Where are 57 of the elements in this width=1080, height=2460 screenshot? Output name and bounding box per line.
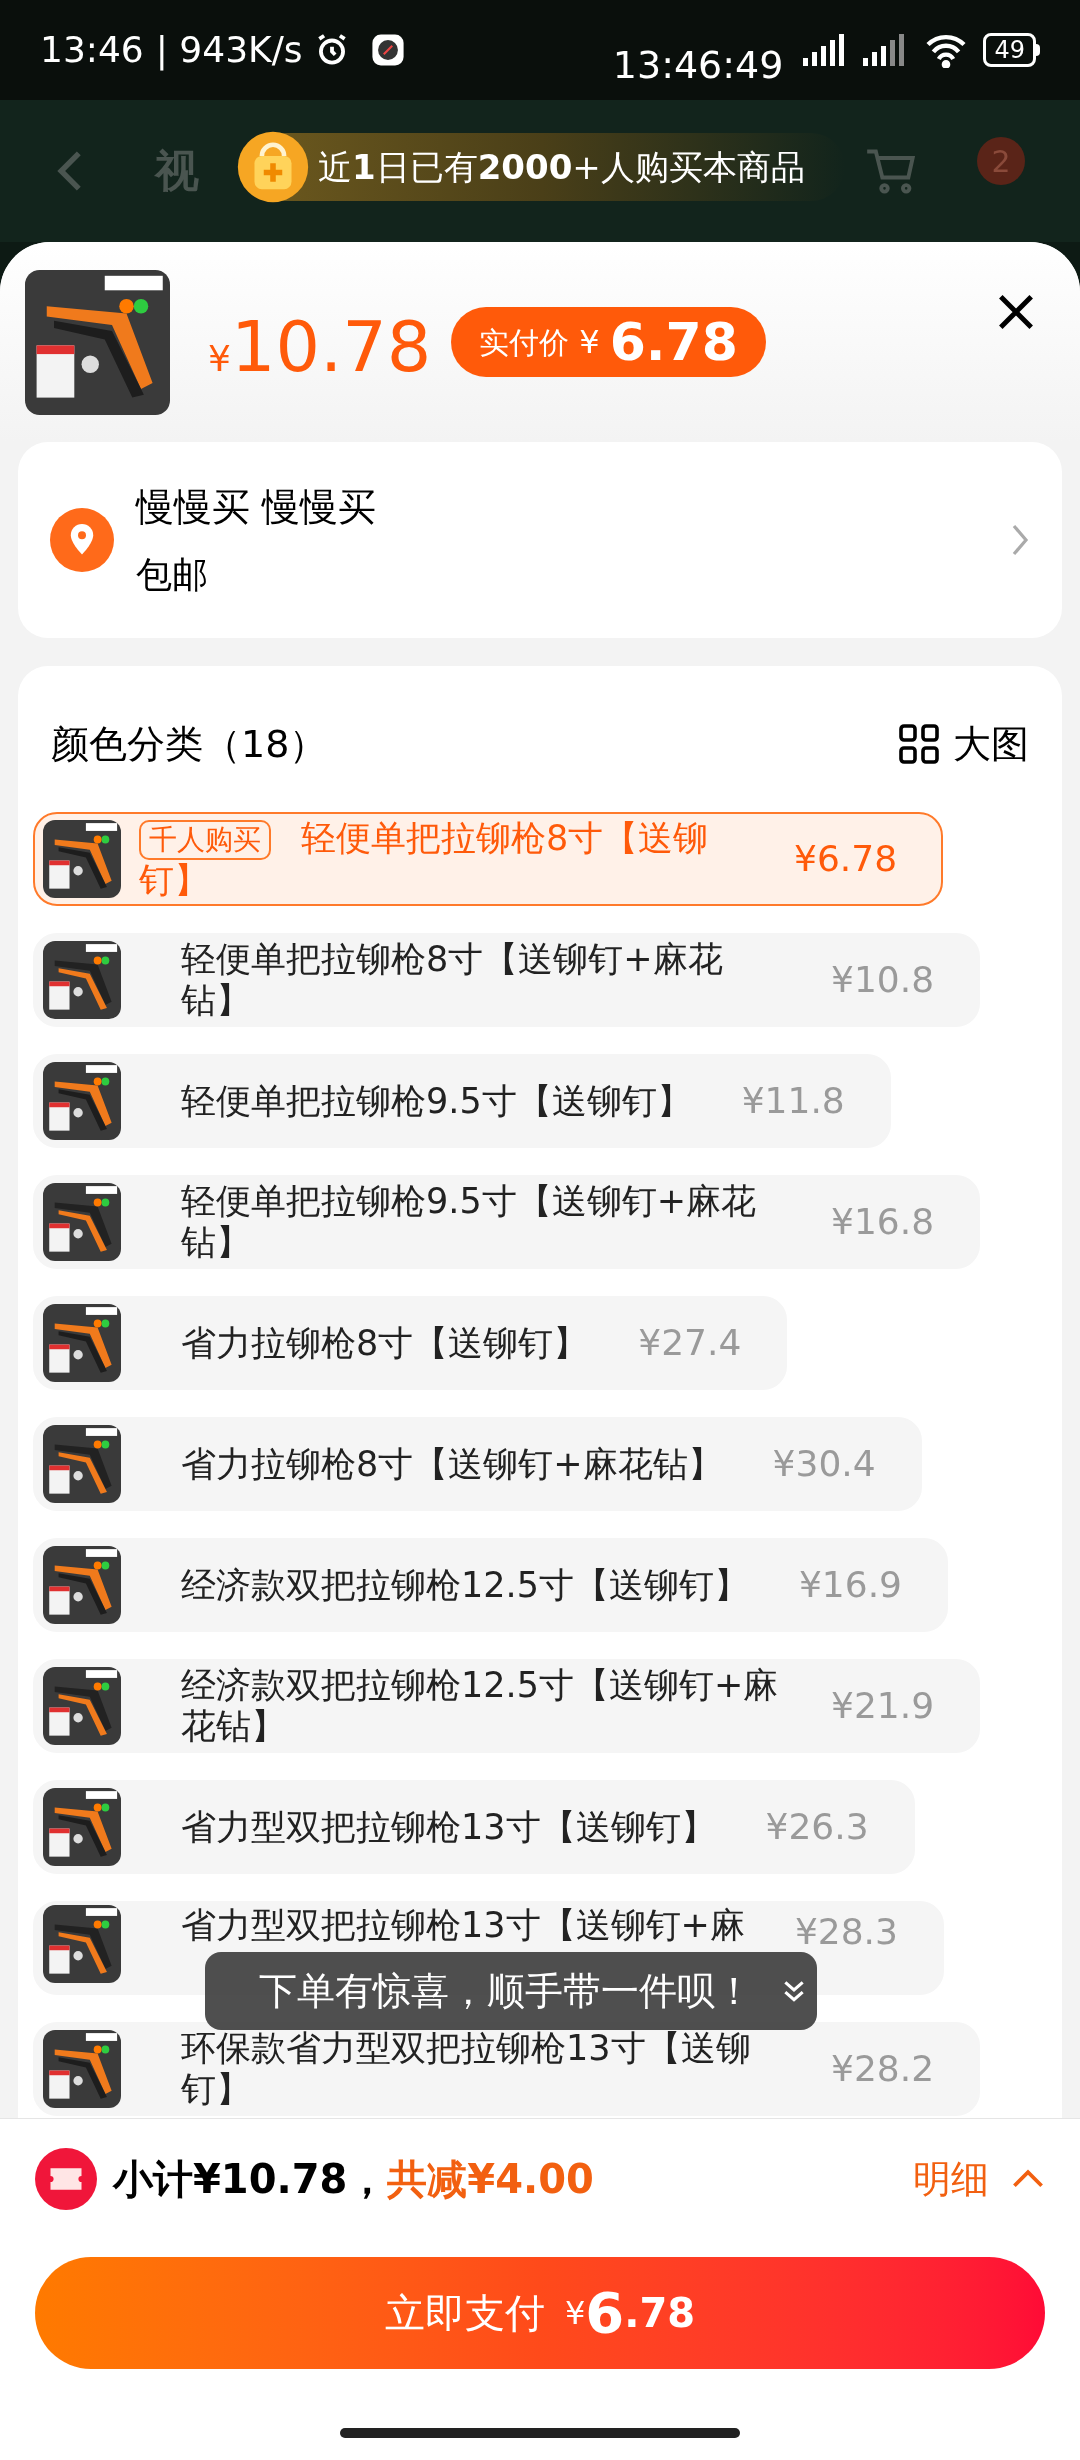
status-clock: 13:46:49 <box>612 41 784 89</box>
discount-text: 共减¥4.00 <box>387 2155 594 2204</box>
variant-name: 轻便单把拉铆枪9.5寸【送铆钉】 <box>181 1080 692 1122</box>
chevron-up-icon <box>1011 2168 1045 2190</box>
chevron-right-icon <box>1010 522 1030 558</box>
variant-name: 千人购买 轻便单把拉铆枪8寸【送铆钉】 <box>139 817 710 901</box>
final-price-badge: 实付价 ¥ 6.78 <box>451 307 766 377</box>
toast-message: 下单有惊喜，顺手带一件呗！ <box>205 1952 817 2030</box>
variant-price: ¥6.78 <box>794 837 898 881</box>
status-time: 13:46 <box>40 28 144 72</box>
app-icon <box>370 33 405 67</box>
double-chevron-down-icon <box>781 1978 807 2004</box>
variant-option[interactable]: 省力型双把拉铆枪13寸【送铆钉】 ¥26.3 <box>33 1780 915 1874</box>
large-view-toggle[interactable]: 大图 <box>899 715 1029 773</box>
variant-price: ¥16.8 <box>831 1200 935 1244</box>
variant-price: ¥28.2 <box>831 2047 935 2091</box>
subtotal-text: 小计¥10.78， <box>113 2155 388 2204</box>
purchase-banner-text: 近1日已有2000+人购买本商品 <box>318 145 805 189</box>
variant-price: ¥30.4 <box>772 1442 876 1486</box>
variant-price: ¥27.4 <box>638 1321 742 1365</box>
page-title: 视 <box>155 144 199 198</box>
variant-name: 环保款省力型双把拉铆枪13寸【送铆钉】 <box>181 2028 752 2110</box>
address-card[interactable]: 慢慢买 慢慢买 包邮 <box>18 442 1062 638</box>
coupon-icon <box>35 2148 97 2210</box>
variant-name: 轻便单把拉铆枪9.5寸【送铆钉+麻花钻】 <box>181 1181 757 1263</box>
pay-button[interactable]: 立即支付 ¥6.78 <box>35 2257 1045 2369</box>
shipping-text: 包邮 <box>136 552 209 597</box>
section-title: 颜色分类（18） <box>51 720 328 768</box>
variant-name: 轻便单把拉铆枪8寸【送铆钉+麻花钻】 <box>181 939 724 1021</box>
variant-price: ¥21.9 <box>831 1684 935 1728</box>
variant-price: ¥11.8 <box>741 1079 845 1123</box>
product-price: ¥10.78 <box>208 304 432 390</box>
shopping-bag-icon <box>236 130 310 204</box>
variant-option[interactable]: 轻便单把拉铆枪9.5寸【送铆钉+麻花钻】 ¥16.8 <box>33 1175 981 1269</box>
variant-name: 省力型双把拉铆枪13寸【送铆钉】 <box>181 1806 716 1848</box>
variant-price: ¥10.8 <box>831 958 935 1002</box>
variant-price: ¥28.3 <box>794 1910 898 1954</box>
variant-option[interactable]: 省力拉铆枪8寸【送铆钉+麻花钻】 ¥30.4 <box>33 1417 922 1511</box>
variant-name: 省力型双把拉铆枪13寸【送铆钉+麻 <box>181 1905 745 1946</box>
close-icon[interactable] <box>997 293 1035 331</box>
variant-name: 经济款双把拉铆枪12.5寸【送铆钉】 <box>181 1564 749 1606</box>
variant-name: 省力拉铆枪8寸【送铆钉】 <box>181 1322 589 1364</box>
location-pin-icon <box>50 508 114 572</box>
variant-option[interactable]: 轻便单把拉铆枪9.5寸【送铆钉】 ¥11.8 <box>33 1054 891 1148</box>
variant-name: 省力拉铆枪8寸【送铆钉+麻花钻】 <box>181 1443 723 1485</box>
cart-icon[interactable] <box>865 147 917 195</box>
variant-option[interactable]: 经济款双把拉铆枪12.5寸【送铆钉】 ¥16.9 <box>33 1538 948 1632</box>
variant-option[interactable]: 经济款双把拉铆枪12.5寸【送铆钉+麻花钻】 ¥21.9 <box>33 1659 981 1753</box>
grid-icon <box>899 724 939 764</box>
variant-option[interactable]: 省力拉铆枪8寸【送铆钉】 ¥27.4 <box>33 1296 788 1390</box>
variant-name: 经济款双把拉铆枪12.5寸【送铆钉+麻花钻】 <box>181 1665 780 1747</box>
variant-option[interactable]: 轻便单把拉铆枪8寸【送铆钉+麻花钻】 ¥10.8 <box>33 933 981 1027</box>
variant-price: ¥26.3 <box>765 1805 869 1849</box>
variant-option[interactable]: 环保款省力型双把拉铆枪13寸【送铆钉】 ¥28.2 <box>33 2022 981 2116</box>
variant-price: ¥16.9 <box>798 1563 902 1607</box>
recipient-name: 慢慢买 慢慢买 <box>136 483 377 531</box>
network-speed: | 943K/s <box>155 28 303 73</box>
